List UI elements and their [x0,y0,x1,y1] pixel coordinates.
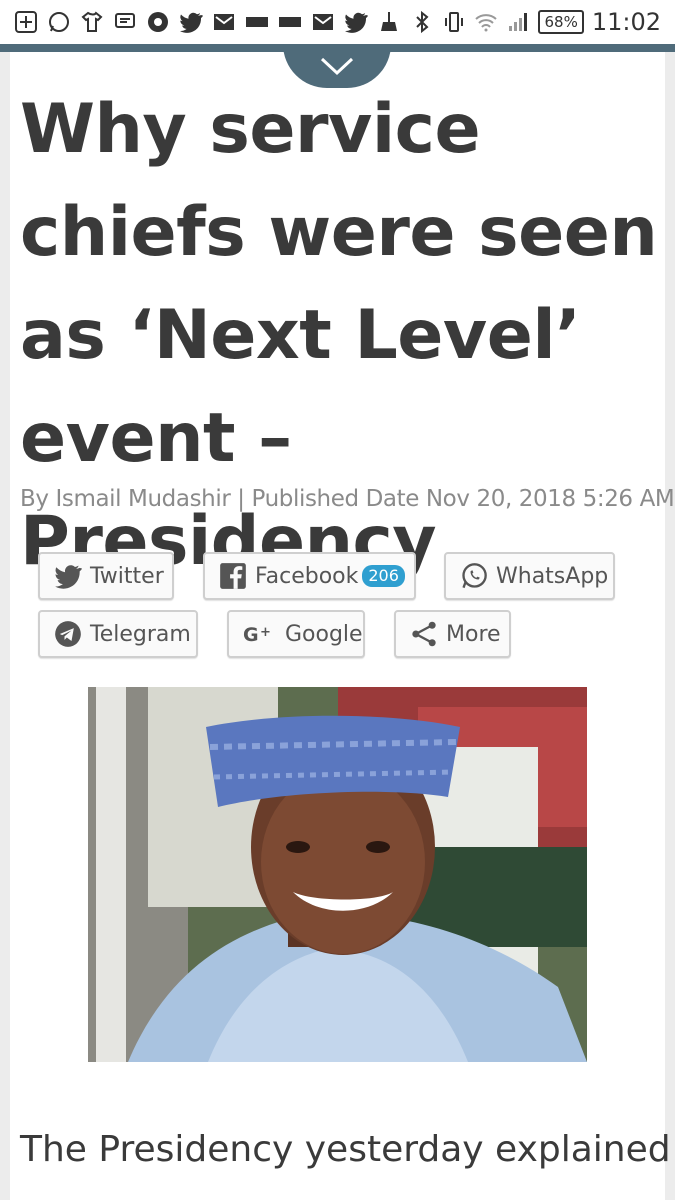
chevron-down-icon [320,57,354,76]
share-twitter-button[interactable]: Twitter [38,552,174,600]
chrome-icon [146,10,170,34]
vibrate-icon [442,10,466,34]
twitter-icon [344,10,368,34]
battery-indicator: 68% [538,10,584,34]
notification-icons [14,10,401,34]
article-byline: By Ismail Mudashir | Published Date Nov … [20,486,675,512]
broom-icon [377,10,401,34]
share-google-label: Google [285,621,363,647]
share-whatsapp-button[interactable]: WhatsApp [444,552,615,600]
portrait-image [88,687,587,1062]
share-telegram-button[interactable]: Telegram [38,610,198,658]
share-more-button[interactable]: More [394,610,511,658]
page-gutter-right [665,52,675,1200]
twitter-icon [54,562,82,590]
whatsapp-icon [47,10,71,34]
signal-icon [506,10,530,34]
clock: 11:02 [591,8,661,36]
page-gutter-left [0,52,10,1200]
share-facebook-button[interactable]: Facebook 206 [203,552,416,600]
share-icon [410,620,438,648]
article-headline: Why service chiefs were seen as ‘Next Le… [20,90,658,581]
message-icon [113,10,137,34]
share-telegram-label: Telegram [90,621,191,647]
share-twitter-label: Twitter [90,563,164,589]
share-whatsapp-label: WhatsApp [496,563,609,589]
svg-text:+: + [260,625,271,640]
share-google-button[interactable]: G + Google [227,610,365,658]
bar-icon [278,10,302,34]
twitter-icon [179,10,203,34]
bluetooth-icon [410,10,434,34]
svg-text:G: G [243,624,259,646]
facebook-icon [219,562,247,590]
google-plus-icon: G + [243,620,277,648]
share-facebook-label: Facebook [255,563,359,589]
wifi-icon [474,10,498,34]
article-body-text: The Presidency yesterday explained [20,1129,671,1170]
status-bar: 68% 11:02 [0,0,675,44]
plus-box-icon [14,10,38,34]
telegram-icon [54,620,82,648]
facebook-share-count: 206 [362,565,405,587]
gmail-icon [212,10,236,34]
gmail-icon [311,10,335,34]
whatsapp-icon [460,562,488,590]
share-more-label: More [446,621,501,647]
article-photo [88,687,587,1062]
shirt-icon [80,10,104,34]
system-icons: 68% 11:02 [410,8,661,36]
bar-icon [245,10,269,34]
